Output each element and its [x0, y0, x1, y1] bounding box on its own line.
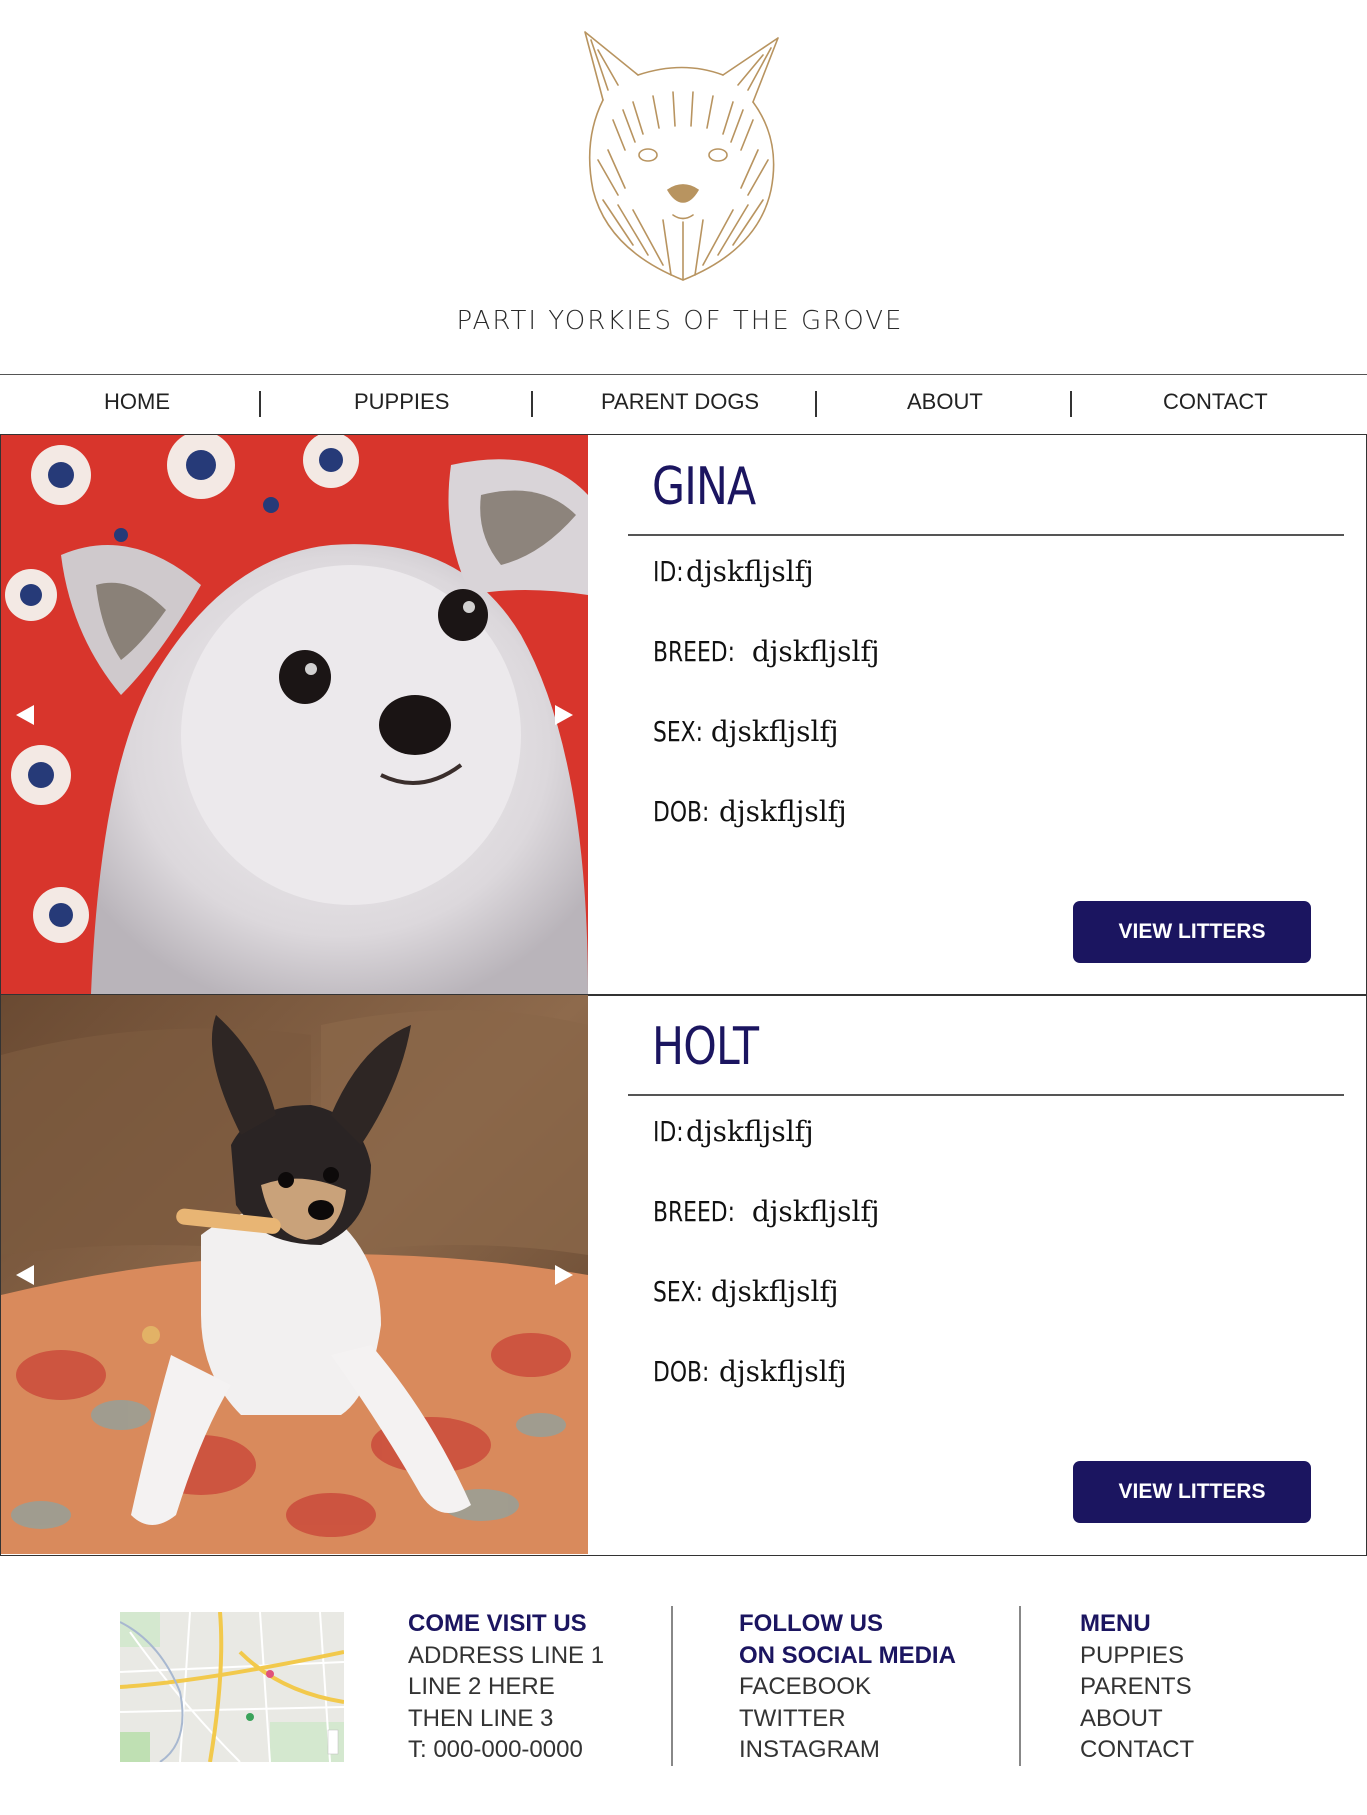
instagram-link[interactable]: INSTAGRAM — [739, 1734, 956, 1766]
dog-sex-field: SEX: djskfljslfj — [653, 1275, 839, 1308]
address-line: ADDRESS LINE 1 — [408, 1641, 605, 1669]
carousel-prev-icon[interactable] — [14, 703, 36, 727]
dog-sex-field: SEX: djskfljslfj — [653, 715, 839, 748]
field-value: djskfljslfj — [751, 635, 880, 668]
footer-link-parents[interactable]: PARENTS — [1080, 1671, 1194, 1703]
view-litters-button[interactable]: VIEW LITTERS — [1073, 901, 1311, 963]
field-label: SEX: — [653, 1275, 703, 1308]
dog-card-holt: HOLT ID: djskfljslfj BREED: djskfljslfj … — [0, 994, 1367, 1556]
field-value: djskfljslfj — [719, 1355, 847, 1388]
visit-heading: COME VISIT US — [408, 1610, 587, 1637]
footer-divider — [1019, 1606, 1021, 1766]
main-nav: HOME PUPPIES PARENT DOGS ABOUT CONTACT — [0, 374, 1367, 434]
nav-separator — [1070, 391, 1072, 417]
dog-breed-field: BREED: djskfljslfj — [653, 635, 880, 668]
yorkie-logo-icon[interactable] — [563, 30, 803, 300]
dog-name: GINA — [652, 457, 756, 517]
dog-breed-field: BREED: djskfljslfj — [653, 1195, 880, 1228]
field-label: SEX: — [653, 715, 703, 748]
carousel-prev-icon[interactable] — [14, 1263, 36, 1287]
dog-card-gina: GINA ID: djskfljslfj BREED: djskfljslfj … — [0, 434, 1367, 996]
nav-about[interactable]: ABOUT — [907, 389, 983, 415]
location-map[interactable] — [120, 1612, 344, 1762]
field-label: ID: — [653, 555, 684, 588]
carousel-next-icon[interactable] — [553, 703, 575, 727]
field-value: djskfljslfj — [686, 555, 814, 588]
facebook-link[interactable]: FACEBOOK — [739, 1671, 956, 1703]
field-label: BREED: — [653, 1195, 735, 1228]
field-value: djskfljslfj — [710, 715, 839, 748]
dog-id-field: ID: djskfljslfj — [653, 1115, 814, 1148]
phone-number[interactable]: T: 000-000-0000 — [408, 1734, 604, 1766]
footer-link-puppies[interactable]: PUPPIES — [1080, 1640, 1194, 1672]
view-litters-button[interactable]: VIEW LITTERS — [1073, 1461, 1311, 1523]
nav-parent-dogs[interactable]: PARENT DOGS — [601, 389, 759, 415]
divider — [628, 534, 1344, 536]
field-value: djskfljslfj — [719, 795, 847, 828]
twitter-link[interactable]: TWITTER — [739, 1703, 956, 1735]
divider — [628, 1094, 1344, 1096]
dog-photo-carousel[interactable] — [1, 435, 588, 994]
field-label: DOB: — [653, 795, 710, 828]
dog-info-panel: GINA ID: djskfljslfj BREED: djskfljslfj … — [588, 435, 1366, 994]
address-line: THEN LINE 3 — [408, 1704, 554, 1732]
dog-dob-field: DOB: djskfljslfj — [653, 795, 847, 828]
address-line: LINE 2 HERE — [408, 1673, 555, 1700]
nav-contact[interactable]: CONTACT — [1163, 389, 1268, 415]
field-label: ID: — [653, 1115, 684, 1148]
field-label: BREED: — [653, 635, 735, 668]
dog-photo-carousel[interactable] — [1, 995, 588, 1554]
social-heading: ON SOCIAL MEDIA — [739, 1641, 956, 1669]
dog-id-field: ID: djskfljslfj — [653, 555, 814, 588]
nav-home[interactable]: HOME — [104, 389, 170, 415]
nav-separator — [815, 391, 817, 417]
dog-dob-field: DOB: djskfljslfj — [653, 1355, 847, 1388]
site-header: PARTI YORKIES OF THE GROVE — [0, 0, 1367, 374]
social-column: FOLLOW US ON SOCIAL MEDIA FACEBOOK TWITT… — [739, 1608, 956, 1766]
menu-heading: MENU — [1080, 1610, 1151, 1637]
field-value: djskfljslfj — [710, 1275, 839, 1308]
field-value: djskfljslfj — [751, 1195, 880, 1228]
footer-menu-column: MENU PUPPIES PARENTS ABOUT CONTACT — [1080, 1608, 1194, 1766]
social-heading: FOLLOW US — [739, 1610, 883, 1637]
visit-us-column: COME VISIT US ADDRESS LINE 1 LINE 2 HERE… — [408, 1608, 604, 1766]
site-footer: COME VISIT US ADDRESS LINE 1 LINE 2 HERE… — [0, 1560, 1367, 1815]
nav-separator — [259, 391, 261, 417]
nav-puppies[interactable]: PUPPIES — [354, 389, 449, 415]
footer-divider — [671, 1606, 673, 1766]
nav-separator — [531, 391, 533, 417]
site-title: PARTI YORKIES OF THE GROVE — [456, 306, 904, 336]
footer-link-contact[interactable]: CONTACT — [1080, 1734, 1194, 1766]
dog-name: HOLT — [652, 1017, 759, 1077]
field-value: djskfljslfj — [686, 1115, 814, 1148]
dog-info-panel: HOLT ID: djskfljslfj BREED: djskfljslfj … — [588, 995, 1366, 1554]
field-label: DOB: — [653, 1355, 710, 1388]
carousel-next-icon[interactable] — [553, 1263, 575, 1287]
footer-link-about[interactable]: ABOUT — [1080, 1703, 1194, 1735]
